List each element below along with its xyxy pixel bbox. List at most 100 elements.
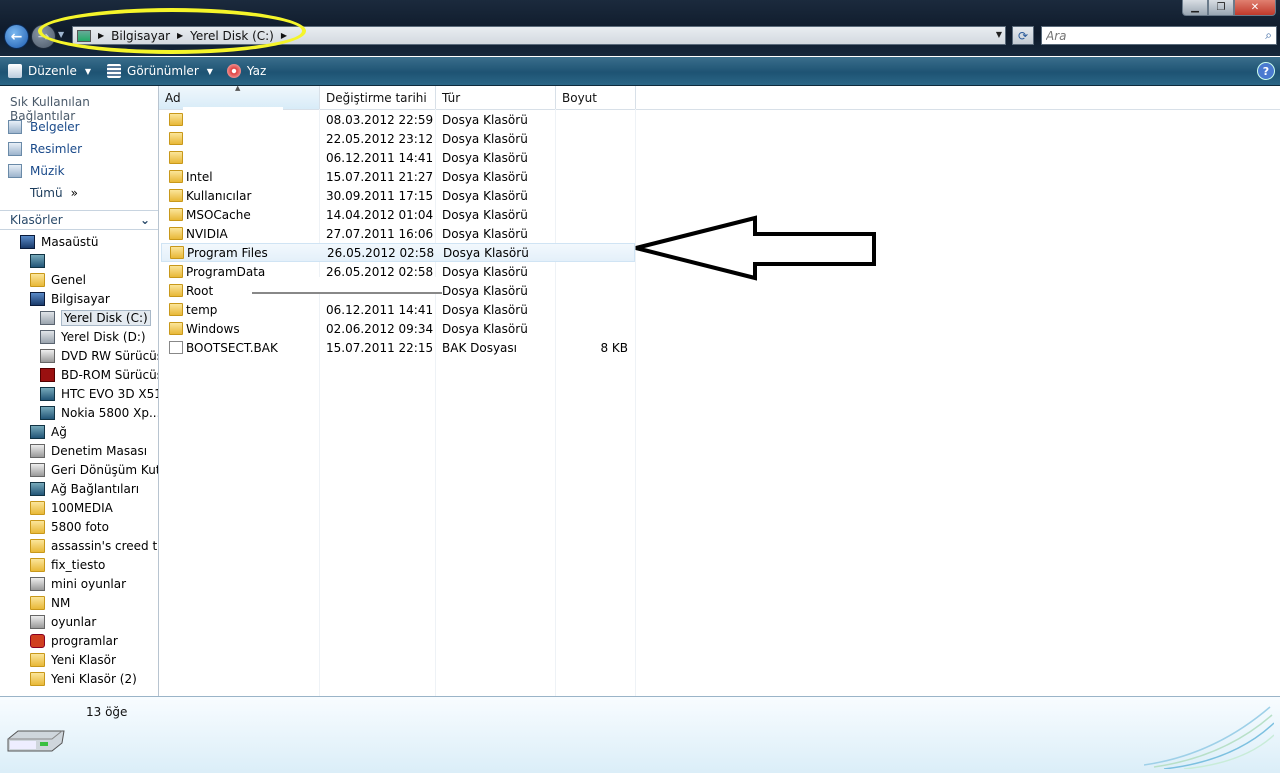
- tree-item[interactable]: Ağ: [30, 422, 67, 441]
- tree-item[interactable]: assassin's creed türkçe: [30, 536, 158, 555]
- restore-icon: ❐: [1216, 2, 1226, 13]
- file-date: 06.12.2011 14:41: [326, 302, 434, 317]
- windows-swoosh-decoration: [1144, 706, 1274, 769]
- tree-item[interactable]: Yeni Klasör: [30, 650, 116, 669]
- dvd-drive-icon: [40, 348, 55, 363]
- sort-ascending-icon: ▲: [235, 84, 241, 92]
- folder-icon: [169, 284, 183, 297]
- file-name: MSOCache: [186, 207, 251, 222]
- folder-icon: [30, 576, 45, 591]
- folders-header[interactable]: Klasörler ⌄: [0, 210, 158, 230]
- tree-item[interactable]: Bilgisayar: [30, 289, 110, 308]
- tree-item[interactable]: Yerel Disk (D:): [40, 327, 146, 346]
- views-label: Görünümler: [127, 64, 199, 78]
- tree-item[interactable]: Yerel Disk (C:): [40, 308, 151, 327]
- tree-item[interactable]: mini oyunlar: [30, 574, 126, 593]
- tree-item-label: Bilgisayar: [51, 291, 110, 306]
- tree-item[interactable]: 100MEDIA: [30, 498, 113, 517]
- file-name: Program Files: [187, 245, 268, 260]
- tree-item-label: Ağ Bağlantıları: [51, 481, 140, 496]
- window-controls: ▁ ❐ ✕: [1182, 0, 1276, 17]
- column-header-type[interactable]: Tür: [436, 86, 556, 109]
- all-label: Tümü: [30, 186, 63, 200]
- column-header-size[interactable]: Boyut: [556, 86, 636, 109]
- tree-item-label: Yerel Disk (C:): [61, 309, 151, 326]
- tree-item[interactable]: Genel: [30, 270, 86, 289]
- folder-icon: [30, 519, 45, 534]
- search-box[interactable]: ⌕: [1041, 26, 1277, 45]
- close-icon: ✕: [1250, 2, 1260, 13]
- tree-item-label: Yeni Klasör (2): [51, 671, 137, 686]
- tree-item[interactable]: [30, 251, 51, 270]
- tree-item[interactable]: Denetim Masası: [30, 441, 147, 460]
- tree-item-label: Masaüstü: [41, 234, 99, 249]
- file-row[interactable]: Kullanıcılar 30.09.2011 17:15 Dosya Klasör…: [161, 186, 635, 205]
- search-icon[interactable]: ⌕: [1265, 28, 1272, 43]
- favorite-pictures[interactable]: Resimler: [8, 142, 82, 156]
- favorite-documents[interactable]: Belgeler: [8, 120, 80, 134]
- tree-item[interactable]: HTC EVO 3D X515: [40, 384, 158, 403]
- tree-item-label: BD-ROM Sürücüsü: [61, 367, 158, 382]
- tree-item[interactable]: programlar: [30, 631, 118, 650]
- favorite-label: Müzik: [30, 164, 65, 178]
- favorite-label: Resimler: [30, 142, 83, 156]
- folder-icon: [30, 538, 45, 553]
- tree-item[interactable]: Masaüstü: [20, 232, 98, 251]
- redaction-mark: [252, 277, 442, 293]
- file-row[interactable]: NVIDIA 27.07.2011 16:06 Dosya Klasörü: [161, 224, 635, 243]
- tree-item[interactable]: DVD RW Sürücüsü: [40, 346, 158, 365]
- maximize-button[interactable]: ❐: [1208, 0, 1234, 16]
- tree-item[interactable]: BD-ROM Sürücüsü: [40, 365, 158, 384]
- tree-item[interactable]: 5800 foto: [30, 517, 109, 536]
- file-row[interactable]: temp 06.12.2011 14:41 Dosya Klasörü: [161, 300, 635, 319]
- file-type: Dosya Klasörü: [442, 169, 528, 184]
- tree-item[interactable]: Geri Dönüşüm Kutusu: [30, 460, 158, 479]
- help-button[interactable]: ?: [1257, 62, 1275, 80]
- favorite-links-title: Sık Kullanılan Bağlantılar: [10, 95, 90, 123]
- redaction-line: [252, 292, 442, 294]
- folder-icon: [30, 652, 45, 667]
- refresh-button[interactable]: ⟳: [1012, 26, 1034, 45]
- minimize-button[interactable]: ▁: [1182, 0, 1208, 16]
- tree-item[interactable]: fix_tiesto: [30, 555, 105, 574]
- file-list: Ad ▲ Değiştirme tarihi Tür Boyut 08.03.2…: [159, 84, 1280, 696]
- back-arrow-icon: ←: [10, 28, 23, 45]
- file-row[interactable]: Intel 15.07.2011 21:27 Dosya Klasörü: [161, 167, 635, 186]
- tree-item[interactable]: NM: [30, 593, 70, 612]
- recycle-bin-icon: [30, 462, 45, 477]
- title-bar: ▁ ❐ ✕ ← → ▼ ▶ Bilgisayar ▶ Yerel Disk (C…: [0, 0, 1280, 56]
- address-dropdown-icon[interactable]: ▼: [996, 30, 1002, 39]
- file-icon: [169, 341, 183, 354]
- organize-button[interactable]: Düzenle ▼: [8, 59, 91, 83]
- file-row[interactable]: BOOTSECT.BAK 15.07.2011 22:15 BAK Dosyası 8…: [161, 338, 635, 357]
- favorite-music[interactable]: Müzik: [8, 164, 65, 178]
- file-row[interactable]: MSOCache 14.04.2012 01:04 Dosya Klasörü: [161, 205, 635, 224]
- folders-title: Klasörler: [10, 213, 63, 227]
- file-date: 27.07.2011 16:06: [326, 226, 434, 241]
- folder-icon: [169, 170, 183, 183]
- column-header-date-modified[interactable]: Değiştirme tarihi: [320, 86, 436, 109]
- burn-button[interactable]: Yaz: [226, 59, 266, 83]
- user-folder-icon: [30, 253, 45, 268]
- file-date: 22.05.2012 23:12: [326, 131, 434, 146]
- folder-icon: [169, 189, 183, 202]
- tree-item[interactable]: oyunlar: [30, 612, 96, 631]
- tree-item[interactable]: Nokia 5800 Xp...: [40, 403, 158, 422]
- desktop-icon: [20, 234, 35, 249]
- arrow-annotation: [635, 215, 876, 281]
- tree-item[interactable]: Ağ Bağlantıları: [30, 479, 139, 498]
- views-button[interactable]: Görünümler ▼: [107, 59, 213, 83]
- column-label: Tür: [442, 90, 461, 105]
- file-row[interactable]: Program Files 26.05.2012 02:58 Dosya Klasö…: [161, 243, 635, 262]
- search-input[interactable]: [1042, 27, 1250, 45]
- back-button[interactable]: ←: [4, 24, 29, 49]
- close-button[interactable]: ✕: [1234, 0, 1276, 16]
- file-row[interactable]: Windows 02.06.2012 09:34 Dosya Klasörü: [161, 319, 635, 338]
- favorite-all-button[interactable]: Tümü »: [30, 186, 78, 200]
- column-header-name[interactable]: Ad ▲: [159, 84, 320, 109]
- network-connections-icon: [30, 481, 45, 496]
- navigation-pane: Sık Kullanılan Bağlantılar Belgeler Resi…: [0, 86, 159, 696]
- column-header-row: Ad ▲ Değiştirme tarihi Tür Boyut: [159, 84, 1280, 110]
- folder-icon: [30, 272, 45, 287]
- tree-item[interactable]: Yeni Klasör (2): [30, 669, 137, 688]
